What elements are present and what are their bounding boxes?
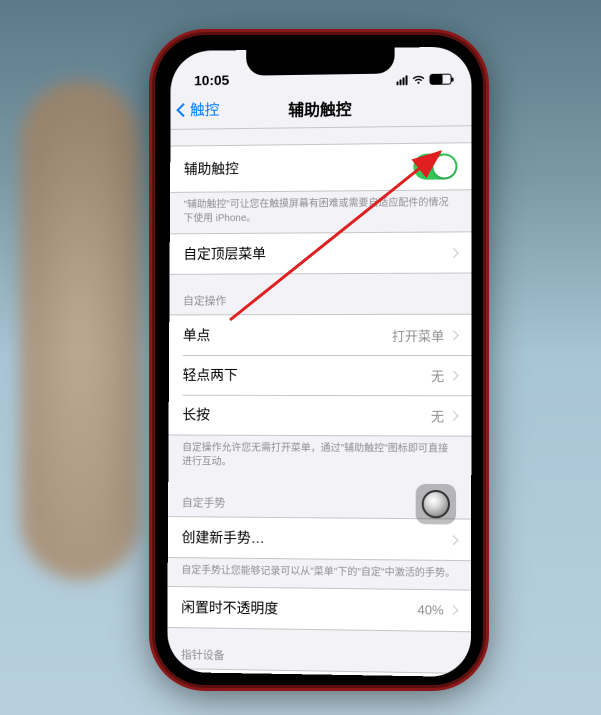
row-value: 40% xyxy=(417,602,443,618)
row-value: 无 xyxy=(431,366,444,385)
toggle-knob xyxy=(433,155,455,177)
phone-notch xyxy=(246,48,395,76)
group-header: 指针设备 xyxy=(167,627,471,672)
row-label: 自定顶层菜单 xyxy=(183,244,266,264)
nav-back-label: 触控 xyxy=(190,99,219,120)
signal-icon xyxy=(397,75,408,85)
row-value: 无 xyxy=(431,406,444,425)
row-custom-top-menu[interactable]: 自定顶层菜单 xyxy=(170,232,472,274)
chevron-right-icon xyxy=(448,605,458,615)
nav-back-button[interactable]: 触控 xyxy=(178,99,219,120)
chevron-right-icon xyxy=(449,370,459,380)
row-label: 创建新手势… xyxy=(182,527,265,548)
row-value: 打开菜单 xyxy=(392,325,444,344)
status-right xyxy=(397,74,452,86)
chevron-left-icon xyxy=(176,103,190,117)
group-idle-opacity: 闲置时不透明度 40% xyxy=(167,585,471,631)
group-custom-actions: 单点 打开菜单 轻点两下 无 长按 无 xyxy=(169,314,472,437)
row-label: 单点 xyxy=(183,325,211,345)
chevron-right-icon xyxy=(449,410,459,420)
row-label: 长按 xyxy=(182,405,210,425)
row-double-tap[interactable]: 轻点两下 无 xyxy=(169,355,472,395)
chevron-right-icon xyxy=(449,330,459,340)
phone-frame: 10:05 触控 辅助触控 辅助 xyxy=(155,35,483,685)
row-label: 轻点两下 xyxy=(183,365,238,385)
group-footer: 自定操作允许您无需打开菜单，通过"辅助触控"图标即可直接进行互动。 xyxy=(168,435,471,478)
assistive-touch-button[interactable] xyxy=(416,484,456,525)
background-hand xyxy=(20,80,140,580)
wifi-icon xyxy=(412,75,426,85)
chevron-right-icon xyxy=(449,248,459,258)
chevron-right-icon xyxy=(448,535,458,545)
row-idle-opacity[interactable]: 闲置时不透明度 40% xyxy=(167,586,471,630)
status-time: 10:05 xyxy=(194,72,229,88)
group-assistive-touch: 辅助触控 xyxy=(170,142,472,193)
group-footer: 自定手势让您能够记录可以从"菜单"下的"自定"中激活的手势。 xyxy=(168,558,472,589)
assistive-touch-toggle[interactable] xyxy=(413,153,457,179)
row-label: 闲置时不透明度 xyxy=(181,597,278,618)
row-label: 辅助触控 xyxy=(184,159,239,179)
assistive-touch-icon xyxy=(422,490,450,519)
row-single-tap[interactable]: 单点 打开菜单 xyxy=(169,315,471,355)
nav-bar: 触控 辅助触控 xyxy=(170,86,471,130)
battery-icon xyxy=(430,74,452,85)
nav-title: 辅助触控 xyxy=(288,95,351,120)
group-custom-top-menu: 自定顶层菜单 xyxy=(170,231,472,275)
phone-screen: 10:05 触控 辅助触控 辅助 xyxy=(167,46,472,677)
settings-content: 辅助触控 "辅助触控"可让您在触摸屏幕有困难或需要自适应配件的情况下使用 iPh… xyxy=(167,126,472,677)
row-assistive-touch-toggle[interactable]: 辅助触控 xyxy=(170,143,472,192)
row-long-press[interactable]: 长按 无 xyxy=(169,395,472,436)
group-header: 自定操作 xyxy=(169,273,471,314)
group-footer: "辅助触控"可让您在触摸屏幕有困难或需要自适应配件的情况下使用 iPhone。 xyxy=(170,190,472,233)
